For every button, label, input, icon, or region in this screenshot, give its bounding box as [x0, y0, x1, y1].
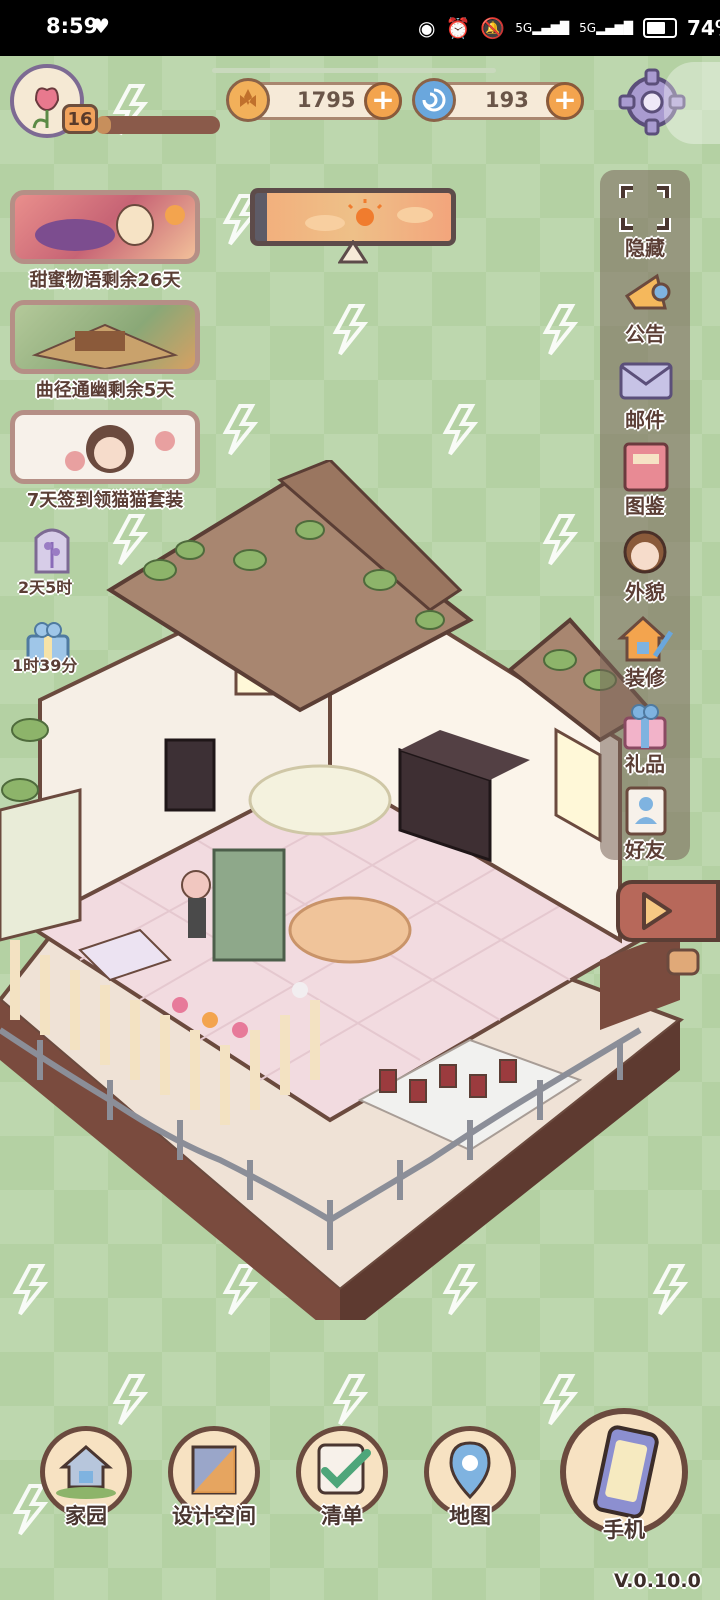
- xp-bar: [96, 116, 220, 134]
- menu-mail-label: 邮件: [625, 408, 665, 432]
- menu-gift-label: 礼品: [625, 752, 665, 776]
- lavender-jar-icon[interactable]: [26, 522, 78, 574]
- cat-costume-thumbnail: [65, 425, 175, 473]
- day-cycle-bar: [250, 188, 456, 246]
- tea-party-thumbnail: [35, 204, 185, 251]
- event-label-3: 7天签到领猫猫套装: [26, 490, 184, 511]
- album-icon: [623, 442, 669, 492]
- menu-appearance-label: 外貌: [625, 580, 665, 604]
- version-label: V.0.10.0: [614, 1570, 701, 1592]
- menu-album-label: 图鉴: [625, 494, 665, 518]
- add-gems-button[interactable]: +: [546, 82, 584, 120]
- gem-value: 193: [485, 88, 529, 112]
- drag-handle[interactable]: [212, 68, 496, 73]
- nav-checklist-label: 清单: [321, 1504, 363, 1528]
- event-banner-2[interactable]: [10, 300, 200, 374]
- nav-phone-label: 手机: [603, 1518, 645, 1542]
- menu-announcement[interactable]: 公告: [605, 266, 685, 352]
- event-banner-1[interactable]: [10, 190, 200, 264]
- appearance-icon: [623, 530, 667, 574]
- timer-label-1: 2天5时: [18, 578, 73, 597]
- menu-hide-label: 隐藏: [625, 236, 665, 260]
- status-bar: 8:59 ♥ ◉ ⏰ 🔕 5G▂▄▆█ 5G▂▄▆█ 74%: [0, 0, 720, 56]
- menu-friends-label: 好友: [625, 838, 665, 862]
- level-badge: 16: [62, 104, 98, 134]
- gift-icon: [623, 704, 667, 750]
- sun-icon: [305, 199, 433, 231]
- garden-room-thumbnail: [31, 323, 179, 369]
- battery-percent: 74%: [686, 16, 720, 40]
- menu-announcement-label: 公告: [625, 322, 665, 346]
- side-panel-tab[interactable]: [664, 62, 720, 144]
- time-marker-icon: [338, 240, 368, 264]
- mute-icon: 🔕: [480, 16, 506, 40]
- signal-icon-2: 5G▂▄▆█: [579, 21, 633, 35]
- event-banner-3[interactable]: [10, 410, 200, 484]
- play-arrow-icon: [642, 892, 672, 930]
- add-coins-button[interactable]: +: [364, 82, 402, 120]
- hide-frame-icon: [619, 184, 671, 232]
- xp-fill: [96, 116, 111, 134]
- battery-icon: [642, 18, 677, 38]
- menu-hide[interactable]: 隐藏: [605, 180, 685, 266]
- mail-icon: [619, 362, 673, 400]
- nav-design-label: 设计空间: [172, 1504, 256, 1528]
- status-time: 8:59: [46, 14, 99, 38]
- swirl-gem-icon: [412, 78, 456, 122]
- eye-icon: ◉: [418, 16, 436, 40]
- coin-value: 1795: [297, 88, 356, 112]
- menu-friends[interactable]: 好友: [605, 782, 685, 868]
- timer-label-2: 1时39分: [12, 656, 78, 675]
- menu-album[interactable]: 图鉴: [605, 438, 685, 524]
- phone-icon: [593, 1425, 659, 1519]
- expand-arrow-button[interactable]: [616, 880, 720, 942]
- signal-icon: 5G▂▄▆█: [515, 21, 570, 35]
- friends-icon: [625, 786, 667, 836]
- menu-renovate-label: 装修: [625, 666, 665, 690]
- megaphone-icon: [624, 273, 671, 310]
- nav-map-label: 地图: [449, 1504, 491, 1528]
- event-label-2: 曲径通幽剩余5天: [35, 380, 175, 401]
- heart-icon: ♥: [92, 14, 110, 38]
- menu-renovate[interactable]: 装修: [605, 610, 685, 696]
- renovate-icon: [617, 615, 673, 662]
- coin-icon: [226, 78, 270, 122]
- event-label-1: 甜蜜物语剩余26天: [29, 270, 181, 291]
- menu-gift[interactable]: 礼品: [605, 696, 685, 782]
- menu-mail[interactable]: 邮件: [605, 352, 685, 438]
- menu-appearance[interactable]: 外貌: [605, 524, 685, 610]
- nav-home-label: 家园: [65, 1504, 107, 1528]
- alarm-icon: ⏰: [445, 16, 471, 40]
